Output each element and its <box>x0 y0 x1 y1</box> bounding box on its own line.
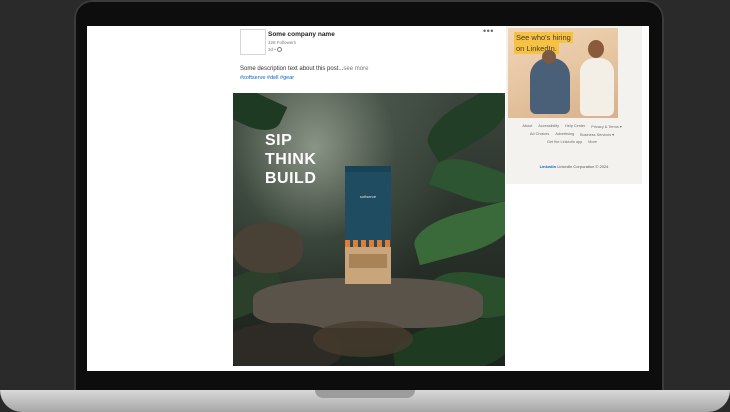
headline-line: BUILD <box>265 170 317 187</box>
footer-link[interactable]: Help Center <box>565 124 585 129</box>
logo-suffix: in <box>552 164 557 169</box>
followers-count: 328 Followers <box>268 40 297 45</box>
ad-person-illustration <box>530 58 570 114</box>
more-options-button[interactable]: ••• <box>483 26 494 36</box>
footer-link[interactable]: About <box>522 124 532 129</box>
package-band <box>345 240 391 247</box>
image-headline: SIP THINK BUILD <box>265 131 316 188</box>
footer-link[interactable]: Get the LinkedIn app <box>547 140 582 144</box>
laptop-screen: Some company name 328 Followers 3d • •••… <box>87 26 649 371</box>
right-sidebar: See who's hiring on LinkedIn. About Acce… <box>506 26 642 184</box>
linkedin-post: Some company name 328 Followers 3d • •••… <box>233 26 505 371</box>
footer-links: About Accessibility Help Center Privacy … <box>512 124 632 144</box>
ad-person-head <box>588 40 604 58</box>
footer-link[interactable]: Business Services ▾ <box>580 132 614 137</box>
foliage-leaf <box>409 200 505 266</box>
globe-icon <box>276 47 282 52</box>
post-description-text: Some description text about this post... <box>240 66 344 72</box>
ad-person-head <box>542 50 556 64</box>
footer-link[interactable]: More <box>588 140 597 144</box>
ad-line: See who's hiring <box>514 32 573 43</box>
logo-text: Linked <box>539 164 553 169</box>
package-label <box>349 254 387 268</box>
linkedin-copyright: Linkedin LinkedIn Corporation © 2024 <box>506 164 642 169</box>
ad-person-illustration <box>580 58 614 116</box>
post-description: Some description text about this post...… <box>240 66 368 72</box>
footer-link[interactable]: Advertising <box>555 132 574 137</box>
footer-link[interactable]: Privacy & Terms ▾ <box>591 124 621 129</box>
company-name[interactable]: Some company name <box>268 31 335 38</box>
copyright-text: LinkedIn Corporation © 2024 <box>557 164 609 169</box>
rock <box>233 223 303 273</box>
linkedin-logo: Linkedin <box>540 164 556 169</box>
hiring-ad[interactable]: See who's hiring on LinkedIn. <box>508 28 618 118</box>
laptop-notch <box>315 390 415 398</box>
package-brand: softserve <box>359 194 377 199</box>
see-more-link[interactable]: see more <box>343 66 368 72</box>
product-package: softserve <box>345 166 391 284</box>
water-puddle <box>313 321 413 357</box>
post-hashtags[interactable]: #softserve #dell #gear <box>240 75 294 81</box>
headline-line: THINK <box>265 151 317 168</box>
footer-link[interactable]: Accessibility <box>538 124 559 129</box>
post-time-label: 3d • <box>268 47 276 52</box>
company-avatar[interactable] <box>240 29 266 55</box>
package-top <box>345 166 391 172</box>
headline-line: SIP <box>265 132 293 149</box>
footer-link[interactable]: Ad Choices <box>530 132 549 137</box>
foliage-leaf <box>419 93 505 163</box>
laptop-base <box>0 390 730 412</box>
post-image[interactable]: SIP THINK BUILD softserve <box>233 93 505 366</box>
post-time: 3d • <box>268 47 282 52</box>
